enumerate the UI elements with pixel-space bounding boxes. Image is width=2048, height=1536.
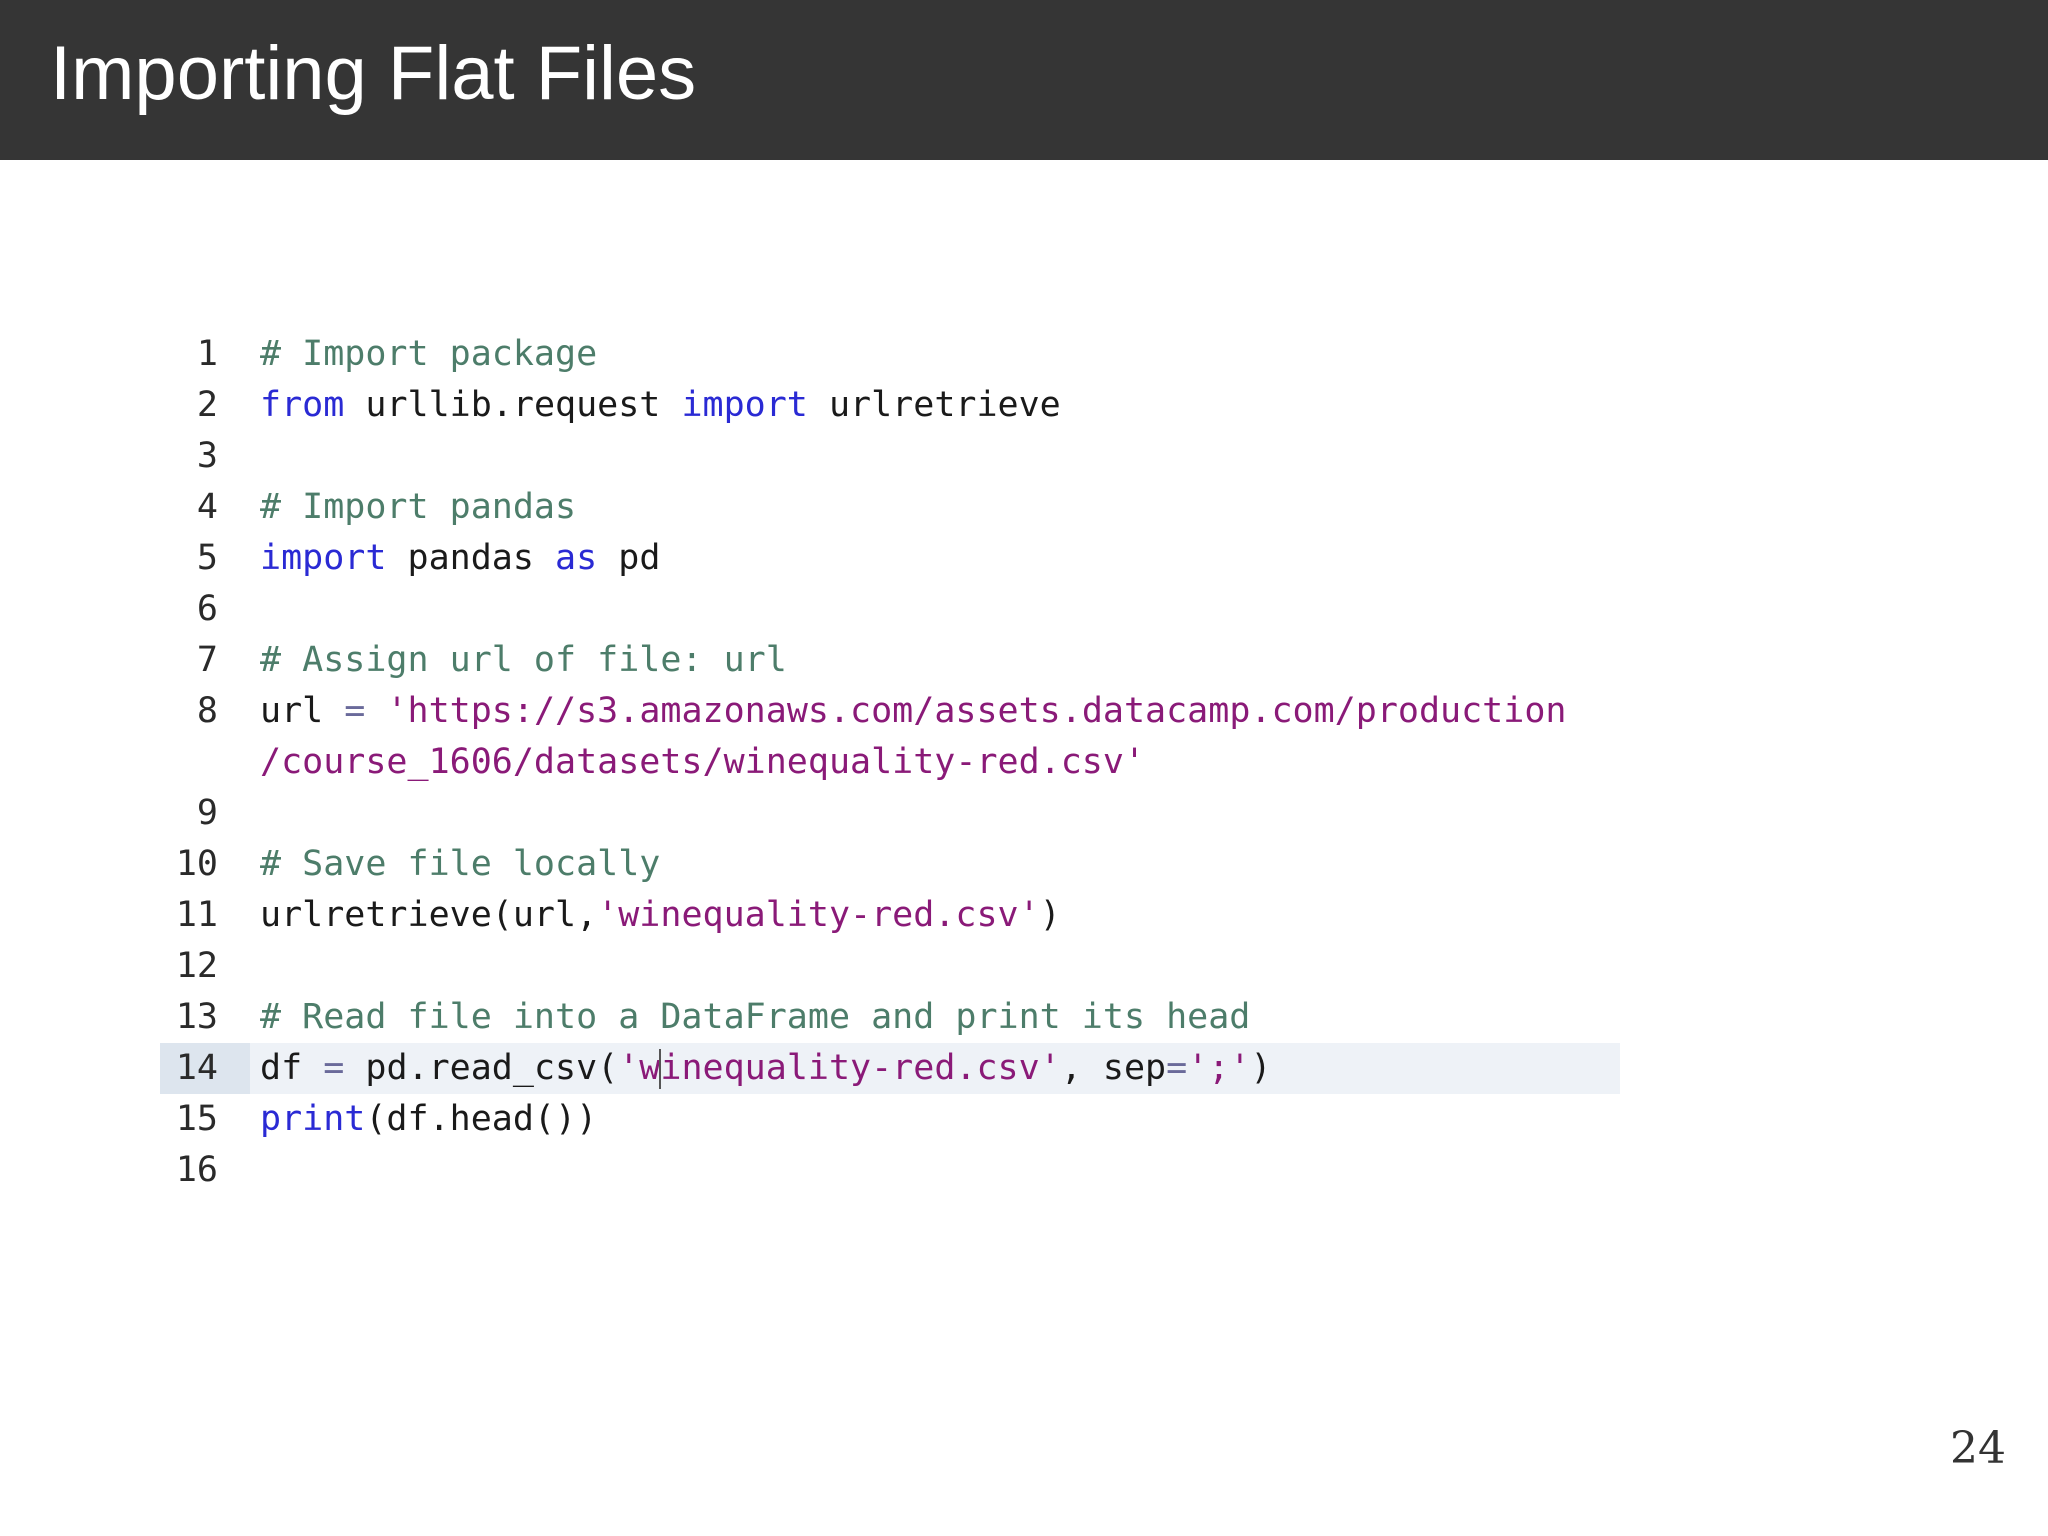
code-line[interactable]: 9 — [160, 788, 1620, 839]
code-line[interactable]: 16 — [160, 1145, 1620, 1196]
code-text: /course_1606/datasets/winequality-red.cs… — [260, 737, 1145, 788]
code-line[interactable]: 8 url = 'https://s3.amazonaws.com/assets.… — [160, 686, 1620, 737]
code-token-str: ';' — [1187, 1048, 1251, 1088]
code-token-str: 'w — [618, 1048, 661, 1088]
code-editor[interactable]: 1 # Import package 2 from urllib.request im… — [0, 0, 2048, 1536]
code-text: # Save file locally — [260, 839, 660, 890]
code-text: # Import package — [260, 329, 597, 380]
code-text: # Read file into a DataFrame and print i… — [260, 992, 1250, 1043]
code-token-comment: # Read file into a DataFrame and print i… — [260, 997, 1251, 1037]
line-number: 5 — [196, 538, 218, 578]
line-number: 2 — [196, 385, 218, 425]
line-number: 9 — [196, 793, 218, 833]
line-number: 12 — [175, 946, 218, 986]
line-number: 4 — [196, 487, 218, 527]
code-text: import pandas as pd — [260, 533, 660, 584]
code-text: # Import pandas — [260, 482, 576, 533]
code-token-plain: , sep — [1060, 1048, 1167, 1088]
code-line[interactable]: 10 # Save file locally — [160, 839, 1620, 890]
code-line[interactable]: 5 import pandas as pd — [160, 533, 1620, 584]
line-number: 6 — [196, 589, 218, 629]
code-line[interactable]: 1 # Import package — [160, 329, 1620, 380]
line-number: 16 — [175, 1150, 218, 1190]
code-token-plain: ) — [1250, 1048, 1272, 1088]
code-token-comment: # Import pandas — [260, 487, 577, 527]
code-line[interactable]: 4 # Import pandas — [160, 482, 1620, 533]
code-token-plain: urlretrieve — [807, 385, 1061, 425]
code-line[interactable]: 14 df = pd.read_csv('winequality-red.csv'… — [160, 1043, 1620, 1094]
code-token-plain: urlretrieve(url, — [260, 895, 598, 935]
code-token-str: /course_1606/datasets/winequality-red.cs… — [260, 742, 1146, 782]
code-line[interactable]: 12 — [160, 941, 1620, 992]
slide: Importing Flat Files 1 # Import package 2 f… — [0, 0, 2048, 1536]
code-line[interactable]: 13 # Read file into a DataFrame and print… — [160, 992, 1620, 1043]
line-number: 14 — [160, 1043, 250, 1094]
code-line[interactable]: 3 — [160, 431, 1620, 482]
line-number: 10 — [175, 844, 218, 884]
code-line[interactable]: 11 urlretrieve(url,'winequality-red.csv') — [160, 890, 1620, 941]
code-token-str: 'https://s3.amazonaws.com/assets.datacam… — [386, 691, 1567, 731]
code-token-kw: print — [260, 1099, 366, 1139]
code-token-kw: as — [555, 538, 598, 578]
code-text: print(df.head()) — [260, 1094, 597, 1145]
code-token-plain: url — [260, 691, 345, 731]
code-line[interactable]: 7 # Assign url of file: url — [160, 635, 1620, 686]
code-token-plain: urllib.request — [344, 385, 682, 425]
code-line[interactable]: 2 from urllib.request import urlretrieve — [160, 380, 1620, 431]
code-text: df = pd.read_csv('winequality-red.csv', … — [260, 1043, 1272, 1094]
code-token-kw: import — [260, 538, 387, 578]
line-number: 15 — [175, 1099, 218, 1139]
code-token-plain: pandas — [386, 538, 556, 578]
code-line[interactable]: 6 — [160, 584, 1620, 635]
code-token-comment: # Assign url of file: url — [260, 640, 787, 680]
code-token-op: = — [344, 691, 366, 731]
code-token-kw: from — [260, 385, 345, 425]
code-token-plain: pd.read_csv( — [344, 1048, 619, 1088]
code-token-op: = — [323, 1048, 345, 1088]
code-text: url = 'https://s3.amazonaws.com/assets.d… — [260, 686, 1566, 737]
code-token-plain: (df.head()) — [365, 1099, 598, 1139]
code-text: from urllib.request import urlretrieve — [260, 380, 1061, 431]
code-token-comment: # Import package — [260, 334, 598, 374]
line-number: 13 — [175, 997, 218, 1037]
line-number — [160, 737, 250, 788]
line-number: 7 — [196, 640, 218, 680]
code-token-plain: ) — [1039, 895, 1061, 935]
code-token-kw: import — [681, 385, 808, 425]
page-number: 24 — [1950, 1423, 2006, 1474]
line-number: 8 — [196, 691, 218, 731]
code-token-plain: pd — [597, 538, 661, 578]
line-number: 1 — [196, 334, 218, 374]
code-token-str: 'winequality-red.csv' — [597, 895, 1040, 935]
code-line[interactable]: /course_1606/datasets/winequality-red.cs… — [160, 737, 1620, 788]
line-number: 3 — [196, 436, 218, 476]
line-number: 11 — [175, 895, 218, 935]
code-token-plain: df — [260, 1048, 324, 1088]
code-token-op: = — [1166, 1048, 1188, 1088]
code-line[interactable]: 15 print(df.head()) — [160, 1094, 1620, 1145]
code-token-comment: # Save file locally — [260, 844, 661, 884]
code-text: urlretrieve(url,'winequality-red.csv') — [260, 890, 1061, 941]
code-token-str: inequality-red.csv' — [660, 1048, 1061, 1088]
code-text: # Assign url of file: url — [260, 635, 787, 686]
